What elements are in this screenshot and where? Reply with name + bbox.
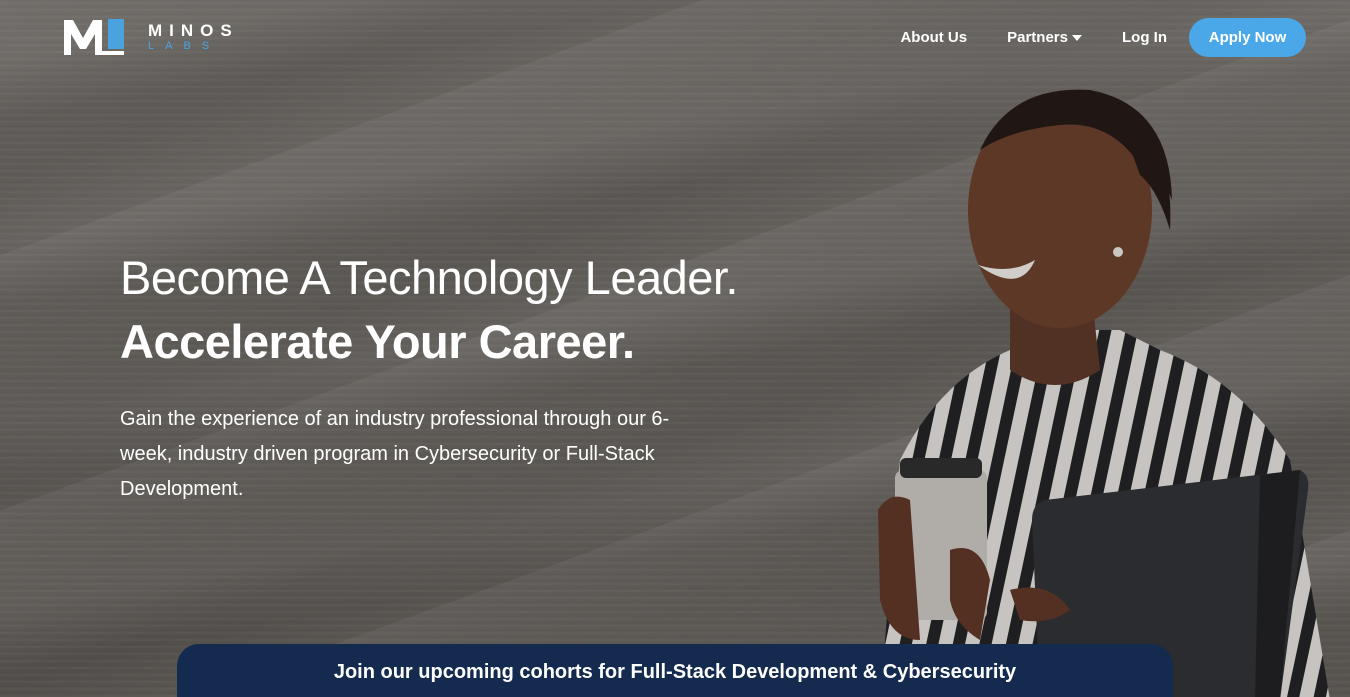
hero-description: Gain the experience of an industry profe… xyxy=(120,408,670,500)
nav-partners-dropdown[interactable]: Partners xyxy=(1007,29,1082,46)
nav-log-in-label: Log In xyxy=(1122,29,1167,46)
cohorts-banner-text: Join our upcoming cohorts for Full-Stack… xyxy=(333,661,1017,683)
nav-about-us[interactable]: About Us xyxy=(900,29,967,46)
brand-logo-mark xyxy=(62,17,126,57)
hero-content: Become A Technology Leader. Accelerate Y… xyxy=(120,250,840,507)
brand-logo[interactable]: MINOS LABS xyxy=(62,17,239,57)
caret-down-icon xyxy=(1072,34,1082,41)
nav-log-in[interactable]: Log In xyxy=(1122,29,1167,46)
hero-section: MINOS LABS About Us Partners Log In Appl… xyxy=(0,0,1350,697)
brand-name-bottom: LABS xyxy=(148,40,221,52)
nav-partners-label: Partners xyxy=(1007,29,1068,46)
apply-now-button[interactable]: Apply Now xyxy=(1189,18,1306,57)
brand-name-top: MINOS xyxy=(148,21,239,40)
nav-about-us-label: About Us xyxy=(900,29,968,46)
hero-headline-secondary: Accelerate Your Career. xyxy=(120,315,635,368)
main-nav: About Us Partners Log In Apply Now xyxy=(860,18,1306,57)
cohorts-banner[interactable]: Join our upcoming cohorts for Full-Stack… xyxy=(177,644,1173,697)
site-header: MINOS LABS About Us Partners Log In Appl… xyxy=(0,0,1350,76)
hero-headline-primary: Become A Technology Leader. xyxy=(120,251,739,304)
